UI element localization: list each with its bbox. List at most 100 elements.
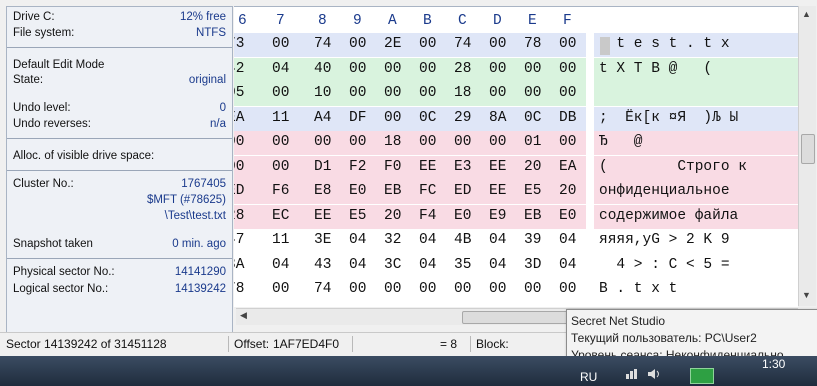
hex-byte[interactable]: F0 — [384, 159, 401, 175]
hex-byte[interactable]: 04 — [419, 257, 436, 273]
hex-byte[interactable]: 4B — [454, 232, 471, 248]
hex-byte[interactable]: 04 — [489, 232, 506, 248]
hex-byte[interactable]: 04 — [349, 257, 366, 273]
network-icon[interactable] — [625, 368, 639, 380]
hex-byte[interactable]: 00 — [384, 85, 401, 101]
hex-byte[interactable]: 74 — [314, 36, 331, 52]
hex-byte[interactable]: EE — [419, 159, 436, 175]
hex-byte[interactable]: F6 — [272, 183, 289, 199]
hex-byte[interactable]: 00 — [272, 159, 289, 175]
hex-byte[interactable]: 00 — [524, 85, 541, 101]
hex-byte[interactable]: D1 — [314, 159, 331, 175]
scroll-left-icon[interactable]: ◀ — [240, 310, 247, 321]
hex-byte[interactable]: 00 — [489, 61, 506, 77]
hex-byte[interactable]: 00 — [489, 134, 506, 150]
hex-byte[interactable]: FC — [419, 183, 436, 199]
hex-row[interactable]: 47 11 3E 04 32 04 4B 04 39 04 яяяя,yG > 2 K 9 — [234, 229, 798, 253]
hex-byte[interactable]: 78 — [234, 281, 244, 297]
hex-byte[interactable]: 20 — [384, 208, 401, 224]
state-value[interactable]: original — [189, 74, 226, 90]
hex-byte[interactable]: E5 — [524, 183, 541, 199]
scroll-up-icon[interactable]: ▲ — [802, 9, 811, 19]
hex-byte[interactable]: 42 — [234, 61, 244, 77]
hex-byte[interactable]: 20 — [524, 159, 541, 175]
text-column-cell[interactable]: t X T B @ ( — [599, 61, 798, 81]
hex-byte[interactable]: ED — [234, 183, 244, 199]
hex-byte[interactable]: E9 — [489, 208, 506, 224]
hex-row[interactable]: 3A 04 43 04 3C 04 35 04 3D 04 4 > : C < 5 = — [234, 253, 798, 278]
hex-byte[interactable]: 32 — [384, 232, 401, 248]
hex-byte[interactable]: EE — [489, 159, 506, 175]
clock[interactable]: 1:30 — [762, 357, 785, 371]
hex-byte[interactable]: F2 — [349, 159, 366, 175]
text-column-cell[interactable] — [599, 85, 798, 105]
hex-row[interactable]: EA 11 A4 DF 00 0C 29 8A 0C DB ; Ёк[к ¤Я )Љ Ы — [234, 106, 798, 131]
hex-byte[interactable]: ED — [454, 183, 471, 199]
hex-byte[interactable]: EA — [234, 110, 244, 126]
hex-byte[interactable]: 00 — [419, 61, 436, 77]
hex-byte[interactable]: 01 — [524, 134, 541, 150]
hex-byte[interactable]: 43 — [314, 257, 331, 273]
hex-byte[interactable]: 00 — [419, 36, 436, 52]
hex-byte[interactable]: 00 — [419, 134, 436, 150]
hex-row[interactable]: 00 00 D1 F2 F0 EE E3 EE 20 EA ( Строго к — [234, 155, 798, 180]
hex-row[interactable]: ED F6 E8 E0 EB FC ED EE E5 20 онфиденциальное — [234, 180, 798, 204]
hex-byte[interactable]: 00 — [489, 85, 506, 101]
hex-byte[interactable]: 10 — [314, 85, 331, 101]
hex-byte[interactable]: 18 — [384, 134, 401, 150]
hex-row[interactable]: 00 00 00 00 18 00 00 00 01 00 Ђ @ — [234, 131, 798, 155]
hex-byte[interactable]: 04 — [349, 232, 366, 248]
hex-byte[interactable]: 04 — [489, 257, 506, 273]
hex-byte[interactable]: E8 — [314, 183, 331, 199]
hex-byte[interactable]: 00 — [419, 85, 436, 101]
hex-byte[interactable]: 00 — [234, 159, 244, 175]
hex-byte[interactable]: 00 — [384, 61, 401, 77]
volume-icon[interactable] — [647, 368, 661, 380]
hex-row[interactable]: 73 00 74 00 2E 00 74 00 78 00 t e s t . t x — [234, 33, 798, 57]
text-column-cell[interactable]: 4 > : C < 5 = — [599, 257, 798, 277]
hex-byte[interactable]: 18 — [454, 85, 471, 101]
hex-row[interactable]: 05 00 10 00 00 00 18 00 00 00 — [234, 82, 798, 106]
hex-byte[interactable]: EC — [272, 208, 289, 224]
text-column-cell[interactable]: яяяя,yG > 2 K 9 — [599, 232, 798, 252]
hex-byte[interactable]: 00 — [489, 281, 506, 297]
hex-byte[interactable]: E0 — [454, 208, 471, 224]
hex-byte[interactable]: 00 — [349, 36, 366, 52]
hex-byte[interactable]: DB — [559, 110, 576, 126]
hex-row[interactable]: 28 EC EE E5 20 F4 E0 E9 EB E0 содержимое файла — [234, 204, 798, 229]
hex-byte[interactable]: 00 — [272, 36, 289, 52]
hex-byte[interactable]: 00 — [524, 281, 541, 297]
text-column-cell[interactable]: ; Ёк[к ¤Я )Љ Ы — [599, 110, 798, 130]
hex-byte[interactable]: 0C — [524, 110, 541, 126]
hex-byte[interactable]: 04 — [559, 257, 576, 273]
hex-byte[interactable]: 00 — [349, 85, 366, 101]
hex-byte[interactable]: 00 — [384, 110, 401, 126]
hex-row[interactable]: 42 04 40 00 00 00 28 00 00 00 t X T B @ ( — [234, 57, 798, 82]
hex-byte[interactable]: 74 — [454, 36, 471, 52]
hex-byte[interactable]: E0 — [559, 208, 576, 224]
hex-byte[interactable]: DF — [349, 110, 366, 126]
hex-byte[interactable]: EB — [384, 183, 401, 199]
hex-byte[interactable]: 04 — [559, 232, 576, 248]
hex-row[interactable]: 78 00 74 00 00 00 00 00 00 00 B . t x t — [234, 278, 798, 302]
secret-net-tray-icon[interactable] — [690, 368, 714, 384]
hex-byte[interactable]: 04 — [419, 232, 436, 248]
hex-byte[interactable]: 00 — [454, 134, 471, 150]
hex-byte[interactable]: 0C — [419, 110, 436, 126]
hex-byte[interactable]: 2E — [384, 36, 401, 52]
hex-byte[interactable]: 11 — [272, 110, 289, 126]
text-column-cell[interactable]: Ђ @ — [599, 134, 798, 154]
hex-byte[interactable]: 8A — [489, 110, 506, 126]
hex-byte[interactable]: 29 — [454, 110, 471, 126]
hex-byte[interactable]: 3C — [384, 257, 401, 273]
hex-byte[interactable]: E0 — [349, 183, 366, 199]
state-row[interactable]: State: original — [13, 74, 226, 90]
hex-byte[interactable]: 00 — [559, 85, 576, 101]
hex-byte[interactable]: EE — [489, 183, 506, 199]
scroll-down-icon[interactable]: ▼ — [802, 290, 811, 300]
hex-byte[interactable]: 04 — [272, 257, 289, 273]
hex-byte[interactable]: 00 — [454, 281, 471, 297]
hex-byte[interactable]: 00 — [559, 36, 576, 52]
cluster-file[interactable]: $MFT (#78625) — [13, 194, 226, 206]
hex-byte[interactable]: 00 — [559, 61, 576, 77]
